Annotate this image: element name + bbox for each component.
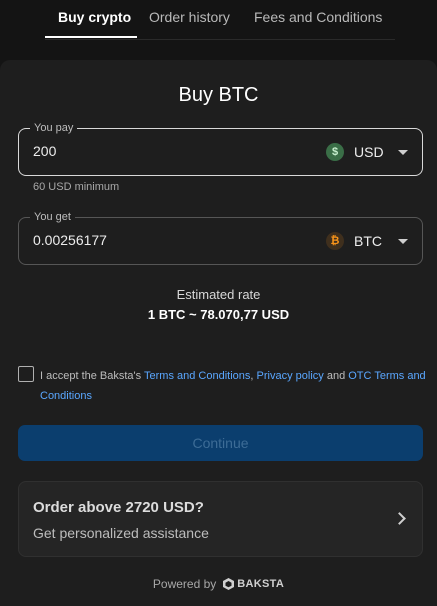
pay-amount-field[interactable]: You pay 200 $ USD <box>18 121 423 176</box>
get-amount-field[interactable]: You get 0.00256177 ₿ BTC <box>18 210 423 265</box>
terms-sep-2: and <box>323 370 349 382</box>
tab-order-history[interactable]: Order history <box>149 9 230 25</box>
pay-amount-input[interactable]: 200 <box>33 143 56 159</box>
page-title: Buy BTC <box>178 84 259 106</box>
get-currency-code: BTC <box>354 233 382 249</box>
baksta-brand-name: BAKSTA <box>237 578 285 590</box>
baksta-logo-icon <box>223 578 235 590</box>
chevron-right-icon <box>393 512 406 525</box>
bitcoin-coin-icon: ₿ <box>326 232 344 250</box>
minimum-hint: 60 USD minimum <box>33 181 120 193</box>
tab-bar: Buy crypto Order history Fees and Condit… <box>45 0 395 40</box>
pay-currency-select[interactable]: $ USD <box>326 142 408 162</box>
assist-title: Order above 2720 USD? <box>33 499 204 516</box>
estimated-rate-label: Estimated rate <box>176 287 261 302</box>
pay-currency-code: USD <box>354 144 384 160</box>
terms-and-conditions-link[interactable]: Terms and Conditions <box>144 370 250 382</box>
tab-buy-crypto[interactable]: Buy crypto <box>58 9 131 25</box>
continue-button[interactable]: Continue <box>18 425 423 461</box>
get-currency-select[interactable]: ₿ BTC <box>326 231 408 251</box>
personal-assistance-card[interactable]: Order above 2720 USD? Get personalized a… <box>18 481 423 557</box>
assist-subtitle: Get personalized assistance <box>33 525 209 541</box>
pay-field-label: You pay <box>30 121 78 135</box>
estimated-rate-value: 1 BTC ~ 78.070,77 USD <box>147 307 290 322</box>
get-field-label: You get <box>30 210 75 224</box>
get-amount-input[interactable]: 0.00256177 <box>33 232 107 248</box>
terms-prefix: I accept the Baksta's <box>40 370 145 382</box>
terms-checkbox[interactable] <box>18 366 34 382</box>
baksta-brand: BAKSTA <box>223 578 284 590</box>
chevron-down-icon <box>398 238 408 244</box>
tab-fees-and-conditions[interactable]: Fees and Conditions <box>254 9 382 25</box>
active-tab-indicator <box>45 36 137 38</box>
dollar-coin-icon: $ <box>326 143 344 161</box>
powered-by-label: Powered by <box>152 577 217 591</box>
powered-by-footer: Powered by BAKSTA <box>0 577 437 591</box>
terms-text: I accept the Baksta's Terms and Conditio… <box>40 366 430 406</box>
chevron-down-icon <box>398 149 408 155</box>
privacy-policy-link[interactable]: Privacy policy <box>257 370 324 382</box>
